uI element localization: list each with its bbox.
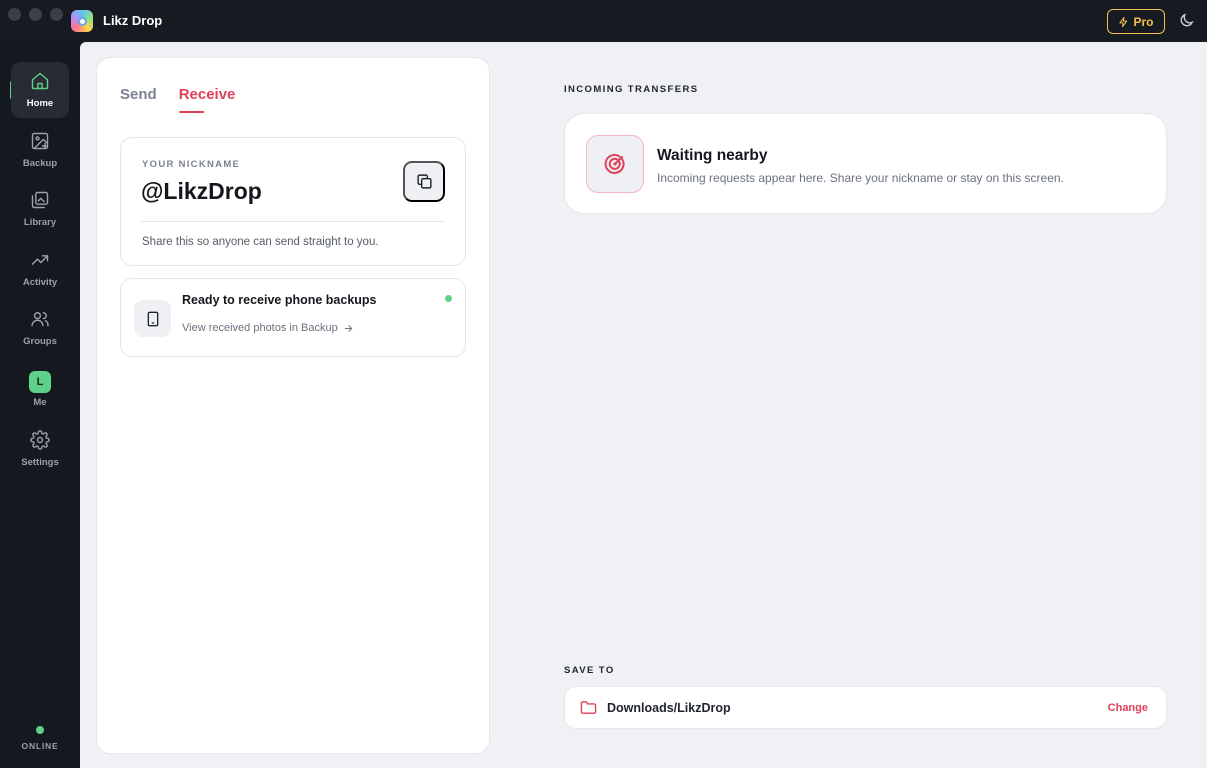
view-backup-link[interactable]: View received photos in Backup bbox=[182, 322, 354, 334]
sidebar: Home Backup Library Activity Groups L Me… bbox=[0, 42, 80, 768]
receive-panel: Send Receive YOUR NICKNAME @LikzDrop Sha… bbox=[96, 57, 490, 754]
nickname-hint: Share this so anyone can send straight t… bbox=[142, 236, 379, 248]
save-to-label: SAVE TO bbox=[564, 665, 615, 676]
trending-up-icon bbox=[30, 250, 50, 273]
save-path: Downloads/LikzDrop bbox=[607, 701, 731, 715]
tab-send[interactable]: Send bbox=[120, 86, 157, 113]
home-icon bbox=[30, 71, 50, 94]
sidebar-item-me[interactable]: L Me bbox=[11, 361, 69, 417]
save-location-card: Downloads/LikzDrop Change bbox=[564, 686, 1167, 729]
sidebar-item-label: Library bbox=[23, 217, 57, 228]
ready-status-dot bbox=[445, 295, 452, 302]
gallery-icon bbox=[30, 190, 50, 213]
moon-icon[interactable] bbox=[1178, 12, 1195, 29]
title-bar: Likz Drop Pro bbox=[0, 0, 1207, 42]
sidebar-item-label: Groups bbox=[23, 336, 57, 347]
minimize-window-button[interactable] bbox=[29, 8, 42, 21]
incoming-transfers-label: INCOMING TRANSFERS bbox=[564, 84, 699, 95]
sidebar-item-settings[interactable]: Settings bbox=[11, 421, 69, 477]
sidebar-item-backup[interactable]: Backup bbox=[11, 122, 69, 178]
lightning-icon bbox=[1119, 16, 1128, 27]
nickname-value: @LikzDrop bbox=[141, 178, 262, 204]
zoom-window-button[interactable] bbox=[50, 8, 63, 21]
radar-icon bbox=[604, 153, 625, 174]
sidebar-item-label: Me bbox=[33, 396, 47, 408]
users-icon bbox=[30, 309, 50, 332]
sidebar-item-groups[interactable]: Groups bbox=[11, 300, 69, 356]
connection-status: ONLINE bbox=[0, 726, 80, 751]
tab-receive[interactable]: Receive bbox=[178, 86, 235, 113]
close-window-button[interactable] bbox=[8, 8, 21, 21]
copy-nickname-button[interactable] bbox=[403, 161, 445, 202]
sidebar-item-label: Settings bbox=[21, 457, 59, 468]
change-save-location-button[interactable]: Change bbox=[1108, 702, 1148, 714]
arrow-right-icon bbox=[344, 324, 353, 332]
sidebar-item-label: Activity bbox=[22, 277, 58, 288]
nickname-card: YOUR NICKNAME @LikzDrop Share this so an… bbox=[120, 137, 466, 266]
online-status-dot bbox=[36, 726, 44, 734]
sidebar-item-label: Home bbox=[26, 98, 54, 109]
phone-backup-card: Ready to receive phone backups View rece… bbox=[120, 278, 466, 357]
phone-icon-box bbox=[134, 300, 171, 337]
copy-icon bbox=[416, 174, 432, 189]
avatar: L bbox=[29, 370, 51, 393]
incoming-transfers-card: Waiting nearby Incoming requests appear … bbox=[564, 113, 1167, 214]
app-logo-icon bbox=[71, 10, 93, 32]
waiting-title: Waiting nearby bbox=[657, 147, 768, 164]
connection-status-label: ONLINE bbox=[21, 741, 59, 751]
window-controls bbox=[8, 8, 63, 21]
main-content: Send Receive YOUR NICKNAME @LikzDrop Sha… bbox=[80, 42, 1207, 768]
waiting-subtitle: Incoming requests appear here. Share you… bbox=[657, 171, 1064, 185]
sidebar-item-label: Backup bbox=[22, 158, 58, 169]
folder-icon bbox=[580, 701, 597, 714]
pro-label: Pro bbox=[1133, 14, 1154, 29]
image-plus-icon bbox=[30, 131, 50, 154]
radar-icon-box bbox=[586, 135, 644, 193]
sidebar-item-activity[interactable]: Activity bbox=[11, 241, 69, 297]
pro-button[interactable]: Pro bbox=[1107, 9, 1165, 34]
app-title: Likz Drop bbox=[103, 13, 163, 28]
phone-backup-title: Ready to receive phone backups bbox=[182, 293, 377, 307]
gear-icon bbox=[30, 430, 50, 453]
view-backup-link-label: View received photos in Backup bbox=[182, 322, 338, 334]
divider bbox=[141, 221, 445, 222]
send-receive-tabs: Send Receive bbox=[120, 86, 235, 113]
sidebar-item-library[interactable]: Library bbox=[11, 181, 69, 237]
nickname-label: YOUR NICKNAME bbox=[142, 159, 241, 170]
phone-icon bbox=[147, 311, 158, 326]
sidebar-item-home[interactable]: Home bbox=[11, 62, 69, 118]
